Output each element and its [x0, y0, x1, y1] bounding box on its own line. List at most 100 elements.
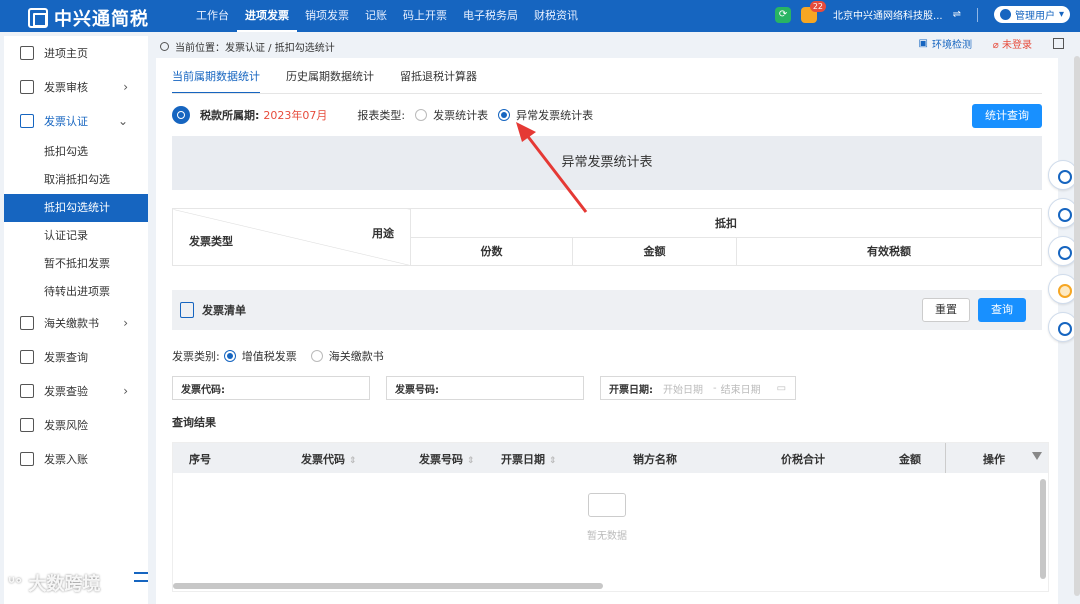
- switch-icon[interactable]: ⇌: [953, 9, 961, 20]
- invoice-number-field[interactable]: 发票号码:: [386, 376, 584, 400]
- sort-icon[interactable]: ⇕: [467, 456, 475, 466]
- sidebar-item-label: 发票入账: [44, 453, 88, 466]
- sidebar-item-invoice-risk[interactable]: 发票风险: [4, 408, 148, 442]
- radio-checked-icon: [498, 109, 511, 121]
- vertical-scrollbar[interactable]: [1040, 479, 1046, 579]
- radio-invoice-stats[interactable]: 发票统计表: [415, 107, 488, 123]
- col-index: 序号: [189, 453, 211, 466]
- app-name: 中兴通简税: [54, 9, 149, 30]
- empty-state: 暂无数据: [587, 493, 627, 542]
- sidebar-item-customs[interactable]: 海关缴款书 ›: [4, 306, 148, 340]
- chevron-right-icon: ›: [123, 316, 128, 330]
- invoice-code-field[interactable]: 发票代码:: [172, 376, 370, 400]
- tab-refund-calculator[interactable]: 留抵退税计算器: [400, 68, 477, 94]
- notification-badge: 22: [809, 0, 827, 12]
- field-label: 开票日期:: [609, 384, 653, 396]
- refresh-icon[interactable]: ⟳: [775, 6, 792, 23]
- query-button[interactable]: 查询: [978, 298, 1026, 322]
- edit-icon: [20, 80, 34, 94]
- chevron-down-icon: ⌄: [117, 114, 128, 128]
- date-separator: -: [713, 382, 717, 394]
- sidebar-item-invoice-review[interactable]: 发票审核 ›: [4, 70, 148, 104]
- chart-icon: [20, 418, 34, 432]
- sidebar-subitem-cancel-deduct[interactable]: 取消抵扣勾选: [4, 166, 148, 194]
- nav-e-tax-bureau[interactable]: 电子税务局: [455, 0, 526, 32]
- date-start-placeholder: 开始日期: [663, 384, 703, 396]
- tabs: 当前属期数据统计 历史属期数据统计 留抵退税计算器: [172, 68, 477, 94]
- caret-down-icon: ▾: [1058, 9, 1064, 20]
- empty-box-icon: [588, 493, 626, 517]
- divider: [172, 93, 1042, 94]
- tab-current-period[interactable]: 当前属期数据统计: [172, 68, 260, 94]
- sidebar-subitem-certify-records[interactable]: 认证记录: [4, 222, 148, 250]
- sort-icon[interactable]: ⇕: [349, 456, 357, 466]
- report-type-label: 报表类型:: [357, 109, 406, 122]
- chevron-right-icon: ›: [123, 80, 128, 94]
- col-issue-date[interactable]: 开票日期 ⇕: [501, 451, 557, 467]
- sidebar-subitem-deduct-stats[interactable]: 抵扣勾选统计: [4, 194, 148, 222]
- ledger-icon: [20, 452, 34, 466]
- breadcrumb: 当前位置：发票认证 / 抵扣勾选统计 ▣ 环境检测 ⌀ 未登录: [152, 36, 1072, 56]
- radio-vat-invoice[interactable]: 增值税发票: [223, 348, 297, 364]
- user-icon: [999, 9, 1011, 20]
- clock-icon: [172, 106, 190, 124]
- fullscreen-icon[interactable]: [1053, 38, 1064, 49]
- logo-icon: [28, 8, 48, 28]
- nav-bookkeeping[interactable]: 记账: [357, 0, 395, 32]
- bell-icon[interactable]: 22: [801, 0, 827, 23]
- page-scrollbar[interactable]: [1074, 56, 1080, 596]
- sidebar-subitem-deduct-select[interactable]: 抵扣勾选: [4, 138, 148, 166]
- divider: [976, 7, 978, 22]
- nav-input-invoice[interactable]: 进项发票: [237, 0, 297, 32]
- monitor-icon: ▣: [918, 38, 928, 49]
- main-panel: 当前属期数据统计 历史属期数据统计 留抵退税计算器 税款所属期: 2023年07…: [156, 58, 1058, 604]
- sidebar-item-invoice-certify[interactable]: 发票认证 ⌄: [4, 104, 148, 138]
- tab-history-period[interactable]: 历史属期数据统计: [286, 68, 374, 94]
- sidebar-item-invoice-query[interactable]: 发票查询: [4, 340, 148, 374]
- company-name[interactable]: 北京中兴通网络科技股...: [833, 7, 943, 22]
- reset-button[interactable]: 重置: [922, 298, 970, 322]
- radio-checked-icon: [223, 350, 236, 362]
- sidebar-subitem-pending-transfer[interactable]: 待转出进项票: [4, 278, 148, 306]
- sidebar-item-input-home[interactable]: 进项主页: [4, 36, 148, 70]
- period-label: 税款所属期:: [200, 109, 260, 122]
- watermark: ᐡᐤ 大数跨境: [8, 574, 101, 595]
- sidebar-item-label: 海关缴款书: [44, 317, 99, 330]
- radio-abnormal-stats[interactable]: 异常发票统计表: [498, 107, 593, 123]
- sidebar-item-invoice-verify[interactable]: 发票查验 ›: [4, 374, 148, 408]
- env-check-label: 环境检测: [932, 40, 972, 51]
- radio-icon: [310, 350, 323, 362]
- horizontal-scrollbar[interactable]: [173, 583, 603, 589]
- login-status[interactable]: ⌀ 未登录: [993, 36, 1032, 51]
- stats-query-button[interactable]: 统计查询: [972, 104, 1042, 128]
- col-label: 发票代码: [301, 453, 345, 466]
- topbar-right: ⟳ 22 北京中兴通网络科技股... ⇌ 管理用户 ▾: [775, 0, 1070, 23]
- grid-icon: [20, 350, 34, 364]
- radio-icon: [415, 109, 428, 121]
- sidebar-item-invoice-entry[interactable]: 发票入账: [4, 442, 148, 476]
- location-icon: [160, 41, 169, 51]
- menu-collapse-icon[interactable]: [134, 572, 148, 582]
- search-doc-icon: [20, 384, 34, 398]
- nav-tax-news[interactable]: 财税资讯: [526, 0, 586, 32]
- table-corner-header: 用途 发票类型: [172, 208, 411, 266]
- col-invoice-code[interactable]: 发票代码 ⇕: [301, 451, 357, 467]
- nav-workbench[interactable]: 工作台: [188, 0, 237, 32]
- app-logo[interactable]: 中兴通简税: [28, 5, 149, 31]
- sidebar-subitem-no-deduct[interactable]: 暂不抵扣发票: [4, 250, 148, 278]
- col-invoice-number[interactable]: 发票号码 ⇕: [419, 451, 475, 467]
- period-value[interactable]: 2023年07月: [263, 107, 327, 123]
- radio-customs-bill[interactable]: 海关缴款书: [310, 348, 384, 364]
- filter-icon[interactable]: [1032, 452, 1042, 462]
- user-menu[interactable]: 管理用户 ▾: [993, 6, 1070, 23]
- sort-icon[interactable]: ⇕: [549, 456, 557, 466]
- env-check-button[interactable]: ▣ 环境检测: [919, 36, 972, 51]
- nav-code-invoicing[interactable]: 码上开票: [395, 0, 455, 32]
- date-range-field[interactable]: 开票日期: 开始日期 - 结束日期 ▭: [600, 376, 796, 400]
- col-amount: 金额: [572, 236, 737, 266]
- col-count: 份数: [410, 236, 573, 266]
- nav-output-invoice[interactable]: 销项发票: [297, 0, 357, 32]
- top-bar: 中兴通简税 工作台 进项发票 销项发票 记账 码上开票 电子税务局 财税资讯 ⟳…: [0, 0, 1080, 32]
- col-valid-tax: 有效税额: [736, 236, 1042, 266]
- col-label: 发票号码: [419, 453, 463, 466]
